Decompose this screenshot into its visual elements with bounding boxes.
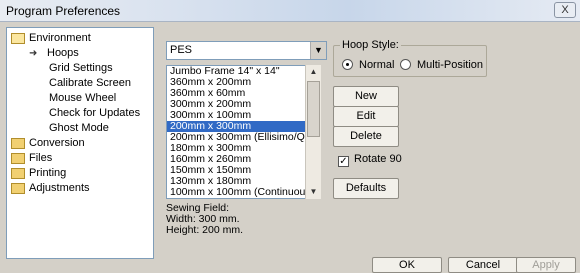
cancel-button[interactable]: Cancel (448, 257, 518, 273)
tree-item-calibrate-screen[interactable]: Calibrate Screen (7, 76, 153, 91)
tree-item-adjustments[interactable]: Adjustments (7, 181, 153, 196)
checkmark-icon: ✓ (338, 156, 349, 167)
tree-item-label: Conversion (29, 137, 85, 149)
tree-item-hoops[interactable]: ➜ Hoops (7, 46, 153, 61)
folder-icon (11, 153, 25, 164)
folder-open-icon (11, 33, 25, 44)
tree-item-printing[interactable]: Printing (7, 166, 153, 181)
tree-item-label: Ghost Mode (49, 122, 109, 134)
tree-item-label: Hoops (47, 47, 79, 59)
tree-item-conversion[interactable]: Conversion (7, 136, 153, 151)
scroll-thumb[interactable] (307, 81, 320, 137)
title-bar: Program Preferences X (0, 0, 580, 22)
list-scrollbar[interactable]: ▲ ▼ (305, 65, 321, 199)
format-select-value: PES (170, 44, 193, 56)
tree-item-label: Calibrate Screen (49, 77, 131, 89)
tree-item-label: Files (29, 152, 53, 164)
hoop-style-legend: Hoop Style: (340, 39, 401, 51)
folder-icon (11, 168, 25, 179)
tree-item-environment[interactable]: Environment (7, 31, 153, 46)
format-select[interactable]: PES ▼ (166, 41, 327, 60)
delete-button[interactable]: Delete (333, 126, 399, 147)
tree-item-grid-settings[interactable]: Grid Settings (7, 61, 153, 76)
ok-button[interactable]: OK (372, 257, 442, 273)
apply-button[interactable]: Apply (516, 257, 576, 273)
tree-item-label: Printing (29, 167, 67, 179)
window-title: Program Preferences (6, 4, 121, 18)
close-button[interactable]: X (554, 2, 576, 18)
tree-item-files[interactable]: Files (7, 151, 153, 166)
scroll-up-icon[interactable]: ▲ (306, 65, 321, 79)
edit-button[interactable]: Edit (333, 106, 399, 127)
radio-multi-position[interactable]: Multi-Position (400, 58, 483, 72)
arrow-icon: ➜ (29, 48, 38, 59)
defaults-button[interactable]: Defaults (333, 178, 399, 199)
sewing-field-height: Height: 200 mm. (166, 224, 244, 236)
list-item[interactable]: 100mm x 100mm (Continuous) (167, 187, 320, 198)
radio-dot-icon (342, 59, 353, 70)
new-button[interactable]: New (333, 86, 399, 107)
radio-multi-position-label: Multi-Position (417, 59, 484, 71)
tree-item-ghost-mode[interactable]: Ghost Mode (7, 121, 153, 136)
hoop-size-list[interactable]: Jumbo Frame 14" x 14" 360mm x 200mm 360m… (166, 65, 321, 199)
rotate-90-label: Rotate 90 (354, 153, 402, 165)
tree-item-label: Mouse Wheel (49, 92, 117, 104)
hoops-panel: PES ▼ Jumbo Frame 14" x 14" 360mm x 200m… (160, 27, 576, 259)
tree-item-label: Grid Settings (49, 62, 113, 74)
sewing-field-info: Sewing Field: Width: 300 mm. Height: 200… (166, 203, 243, 236)
tree-item-label: Check for Updates (49, 107, 141, 119)
folder-icon (11, 138, 25, 149)
tree-item-label: Environment (29, 32, 91, 44)
scroll-down-icon[interactable]: ▼ (306, 185, 321, 199)
rotate-90-checkbox[interactable]: ✓ Rotate 90 (338, 152, 402, 167)
radio-normal[interactable]: Normal (342, 58, 394, 72)
radio-dot-icon (400, 59, 411, 70)
tree-item-label: Adjustments (29, 182, 90, 194)
tree-item-check-for-updates[interactable]: Check for Updates (7, 106, 153, 121)
chevron-down-icon[interactable]: ▼ (310, 42, 326, 59)
hoop-style-group: Hoop Style: Normal Multi-Position (333, 39, 487, 77)
tree-item-mouse-wheel[interactable]: Mouse Wheel (7, 91, 153, 106)
radio-normal-label: Normal (359, 59, 395, 71)
preferences-tree: Environment ➜ Hoops Grid Settings Calibr… (6, 27, 154, 259)
folder-icon (11, 183, 25, 194)
